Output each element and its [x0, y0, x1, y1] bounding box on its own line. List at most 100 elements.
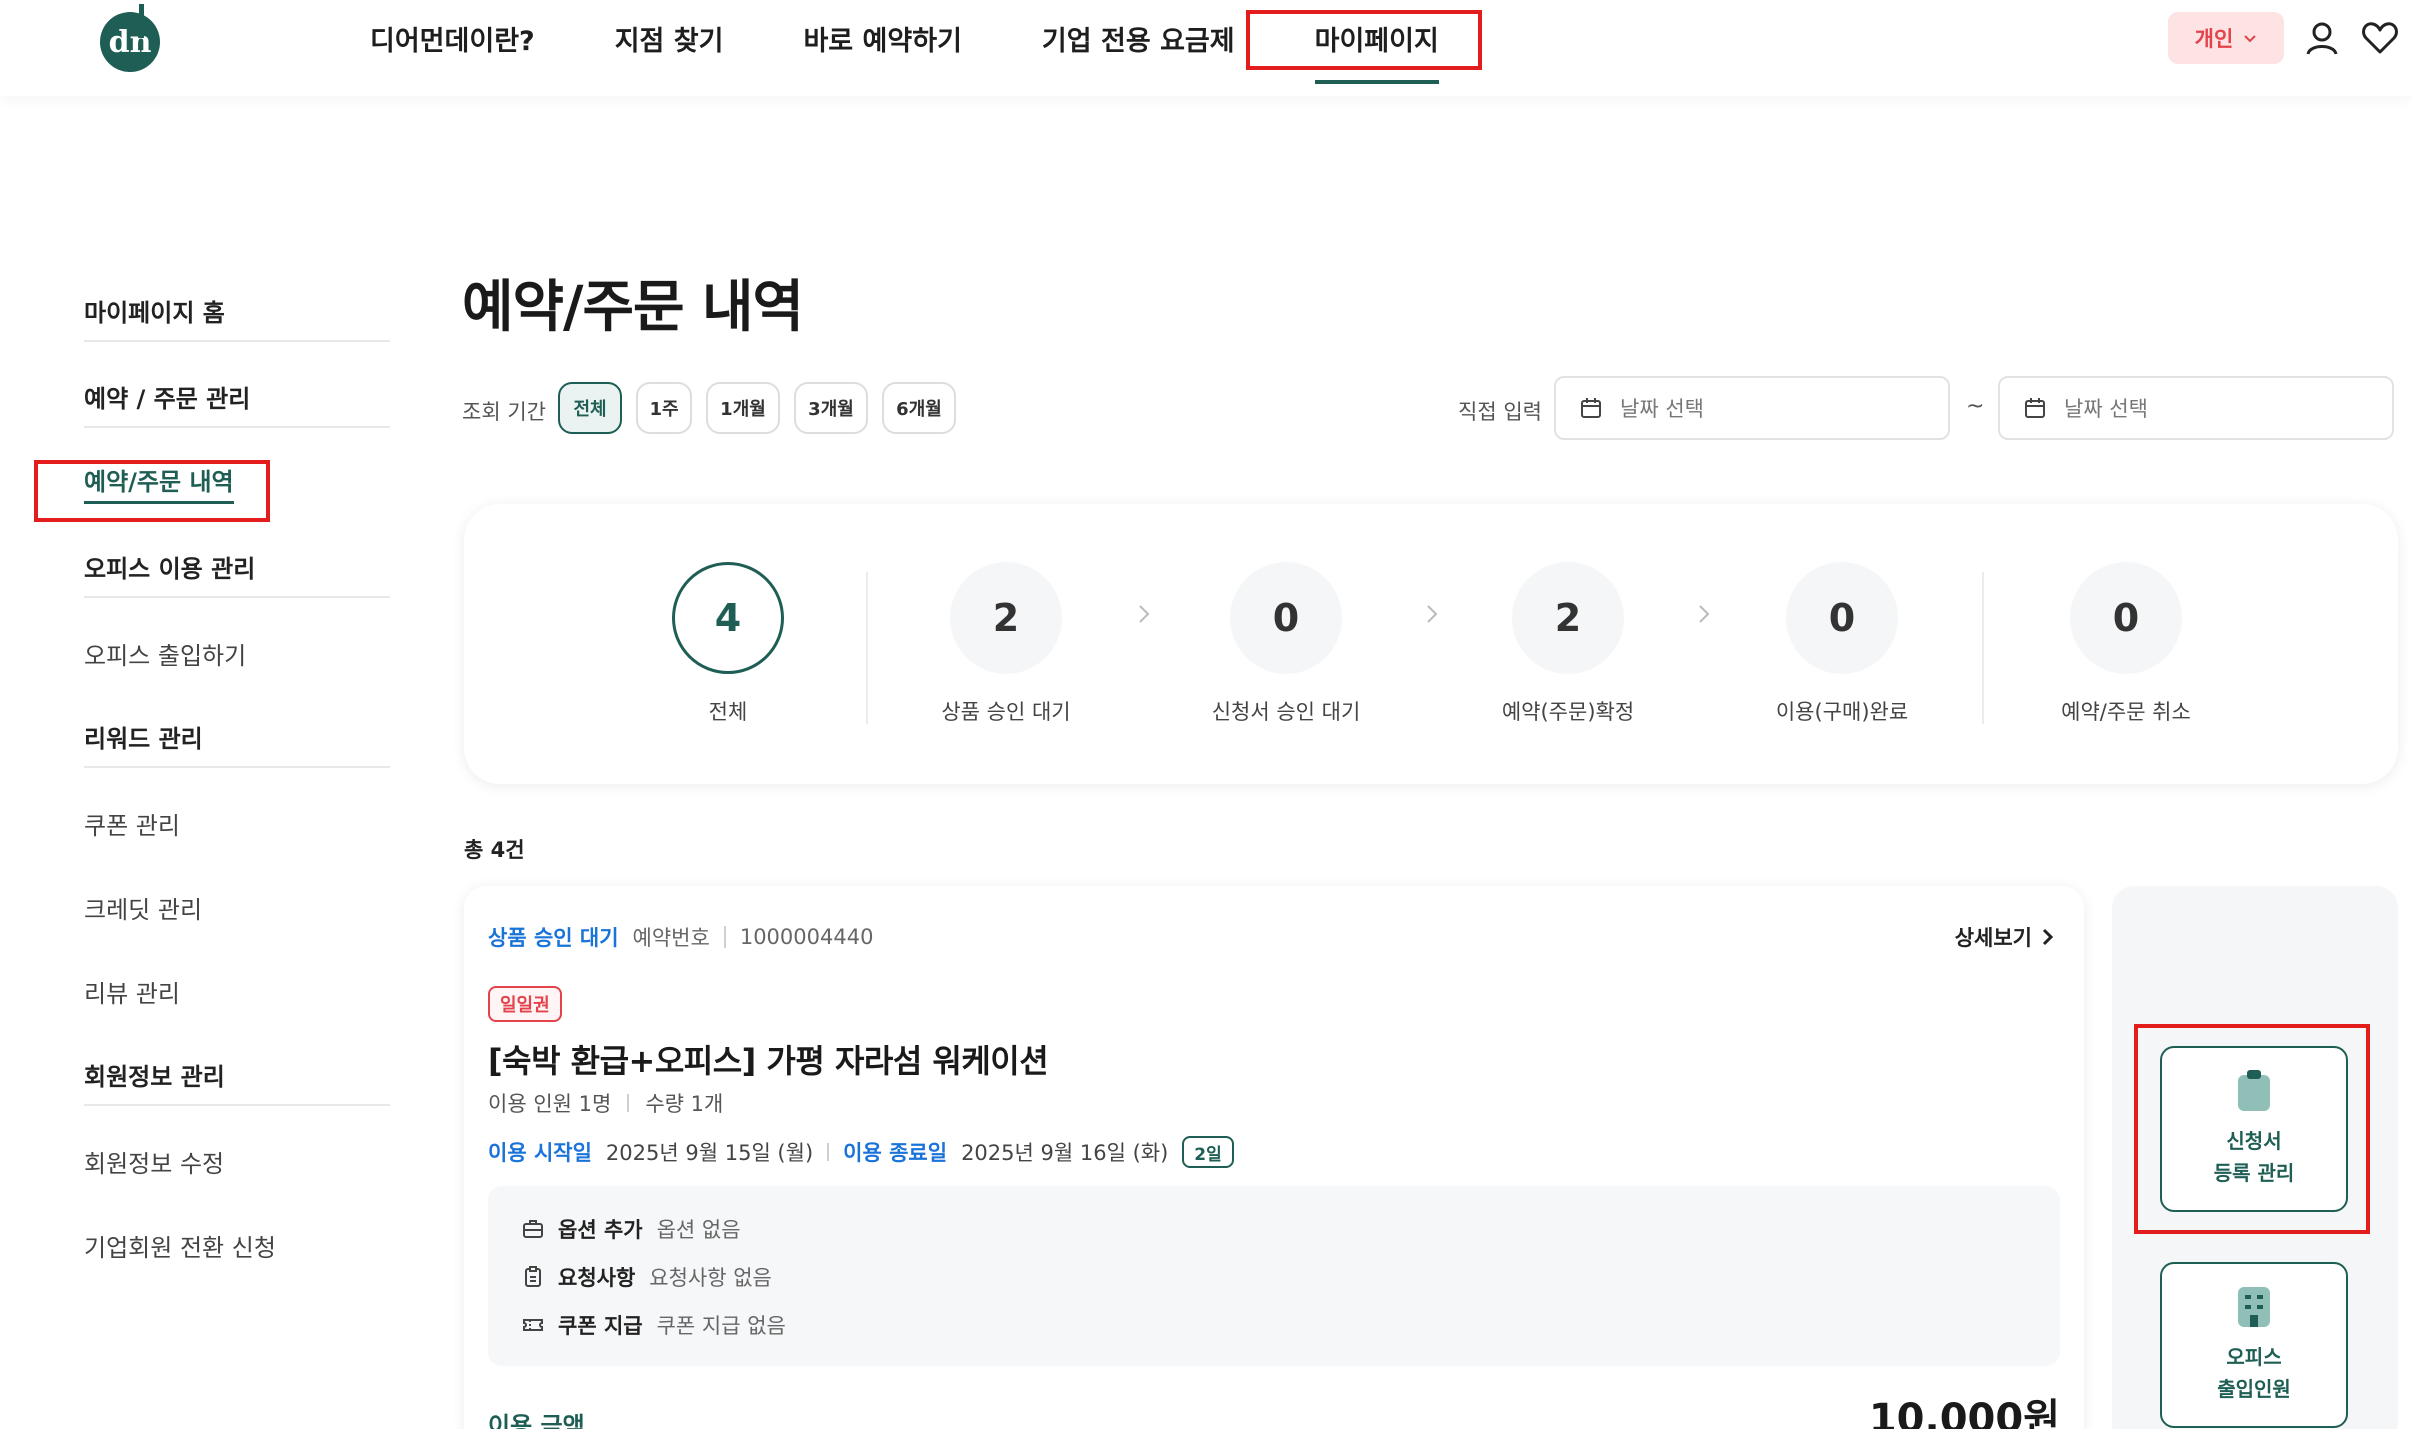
detail-view-link[interactable]: 상세보기 [1955, 922, 2056, 952]
price-value: 10,000원 [1868, 1396, 2060, 1429]
usage-dates: 이용 시작일 2025년 9월 15일 (월) 이용 종료일 2025년 9월 … [488, 1136, 1234, 1168]
order-meta: 이용 인원 1명 수량 1개 [488, 1088, 723, 1118]
option-label: 쿠폰 지급 [558, 1314, 643, 1338]
order-number: 1000004440 [739, 925, 874, 949]
option-value: 쿠폰 지급 없음 [656, 1314, 786, 1338]
product-title[interactable]: [숙박 환급+오피스] 가평 자라섬 워케이션 [488, 1036, 1049, 1082]
status-summary-panel: 4 전체 2 상품 승인 대기 0 신청서 승인 대기 2 예약(주문)확정 0… [464, 504, 2398, 784]
detail-view-label: 상세보기 [1954, 926, 2032, 950]
member-type-dropdown[interactable]: 개인 [2168, 12, 2284, 64]
divider [627, 1094, 630, 1112]
status-count: 0 [2070, 562, 2182, 674]
sidebar-group-reward: 리워드 관리 [84, 706, 390, 768]
nav-about[interactable]: 디어먼데이란? [370, 0, 535, 76]
status-count: 0 [1230, 562, 1342, 674]
end-date-picker[interactable]: 날짜 선택 [1998, 376, 2394, 440]
option-row: 쿠폰 지급 쿠폰 지급 없음 [522, 1310, 786, 1340]
period-chip-6month[interactable]: 6개월 [882, 382, 956, 434]
order-status: 상품 승인 대기 [488, 926, 619, 950]
period-label: 조회 기간 [462, 400, 546, 424]
sidebar-item-corporate-convert[interactable]: 기업회원 전환 신청 [84, 1214, 390, 1276]
status-confirmed[interactable]: 2 예약(주문)확정 [1458, 562, 1678, 726]
option-row: 옵션 추가 옵션 없음 [522, 1214, 741, 1244]
start-date-label: 이용 시작일 [488, 1141, 592, 1165]
sidebar-item-edit-profile[interactable]: 회원정보 수정 [84, 1130, 390, 1192]
chevron-right-icon [1139, 605, 1150, 623]
status-label: 이용(구매)완료 [1775, 700, 1909, 724]
sidebar-item-label: 예약/주문 내역 [84, 462, 234, 504]
sidebar-item-order-history[interactable]: 예약/주문 내역 [84, 452, 390, 514]
nav-find-branch[interactable]: 지점 찾기 [615, 0, 724, 76]
order-actions-panel: 신청서 등록 관리 오피스 출입인원 [2112, 886, 2398, 1429]
clipboard-icon [525, 1266, 541, 1287]
nav-book-now[interactable]: 바로 예약하기 [803, 0, 961, 76]
people-count: 이용 인원 1명 [488, 1092, 612, 1116]
order-number-label: 예약번호 [632, 926, 710, 950]
sidebar-item-office-access[interactable]: 오피스 출입하기 [84, 622, 390, 684]
order-header: 상품 승인 대기 예약번호 1000004440 [488, 922, 873, 952]
user-icon[interactable] [2302, 18, 2342, 58]
start-date-picker[interactable]: 날짜 선택 [1554, 376, 1950, 440]
status-completed[interactable]: 0 이용(구매)완료 [1732, 562, 1952, 726]
main-nav: 디어먼데이란? 지점 찾기 바로 예약하기 기업 전용 요금제 마이페이지 [370, 0, 1519, 84]
chevron-right-icon [2042, 928, 2054, 946]
chevron-right-icon [1427, 605, 1438, 623]
start-date-placeholder: 날짜 선택 [1620, 397, 1704, 421]
page-title: 예약/주문 내역 [462, 275, 804, 340]
divider [866, 572, 868, 724]
clipboard-icon [2238, 1070, 2270, 1111]
sidebar-group-office: 오피스 이용 관리 [84, 536, 390, 598]
status-label: 전체 [708, 700, 748, 724]
quantity: 수량 1개 [645, 1092, 724, 1116]
ticket-icon [523, 1319, 543, 1331]
order-card: 상품 승인 대기 예약번호 1000004440 상세보기 일일권 [숙박 환급… [464, 886, 2084, 1429]
options-box: 옵션 추가 옵션 없음 요청사항 요청사항 없음 쿠폰 지급 쿠폰 지급 없음 [488, 1186, 2060, 1366]
sidebar-item-coupons[interactable]: 쿠폰 관리 [84, 792, 390, 854]
period-chip-3month[interactable]: 3개월 [794, 382, 868, 434]
top-header: dn 디어먼데이란? 지점 찾기 바로 예약하기 기업 전용 요금제 마이페이지… [0, 0, 2412, 96]
sidebar-item-mypage-home[interactable]: 마이페이지 홈 [84, 280, 390, 342]
heart-icon[interactable] [2360, 18, 2400, 58]
svg-text:dn: dn [109, 25, 152, 60]
brand-logo[interactable]: dn [98, 2, 162, 74]
period-chip-1month[interactable]: 1개월 [706, 382, 780, 434]
end-date-placeholder: 날짜 선택 [2064, 397, 2148, 421]
sidebar-group-order: 예약 / 주문 관리 [84, 366, 390, 428]
sidebar: 마이페이지 홈 예약 / 주문 관리 예약/주문 내역 오피스 이용 관리 오피… [84, 280, 390, 1298]
divider [827, 1143, 830, 1161]
period-chip-1week[interactable]: 1주 [636, 382, 692, 434]
start-date: 2025년 9월 15일 (월) [605, 1141, 814, 1165]
status-label: 상품 승인 대기 [941, 700, 1071, 724]
date-range-separator: ~ [1966, 394, 1985, 419]
period-chip-all[interactable]: 전체 [558, 382, 622, 434]
option-value: 요청사항 없음 [649, 1266, 772, 1290]
chevron-down-icon [2244, 35, 2257, 43]
duration-badge: 2일 [1182, 1136, 1234, 1168]
office-visitors-button[interactable]: 오피스 출입인원 [2160, 1262, 2348, 1428]
calendar-icon [1581, 398, 1601, 418]
nav-corporate-plan[interactable]: 기업 전용 요금제 [1042, 0, 1235, 76]
end-date-label: 이용 종료일 [843, 1141, 948, 1165]
status-count: 4 [672, 562, 784, 674]
sidebar-item-reviews[interactable]: 리뷰 관리 [84, 960, 390, 1022]
sidebar-item-credits[interactable]: 크레딧 관리 [84, 876, 390, 938]
nav-mypage[interactable]: 마이페이지 [1314, 0, 1440, 84]
status-cancelled[interactable]: 0 예약/주문 취소 [2016, 562, 2236, 726]
status-label: 신청서 승인 대기 [1211, 700, 1361, 724]
briefcase-icon [523, 1220, 543, 1238]
application-manage-button[interactable]: 신청서 등록 관리 [2160, 1046, 2348, 1212]
action-label: 오피스 출입인원 [2217, 1345, 2291, 1401]
status-label: 예약(주문)확정 [1501, 700, 1635, 724]
status-application-approval[interactable]: 0 신청서 승인 대기 [1176, 562, 1396, 726]
status-all[interactable]: 4 전체 [618, 562, 838, 726]
price-label: 이용 금액 [488, 1412, 585, 1429]
option-label: 옵션 추가 [558, 1218, 643, 1242]
sidebar-group-member: 회원정보 관리 [84, 1044, 390, 1106]
status-product-approval[interactable]: 2 상품 승인 대기 [896, 562, 1116, 726]
end-date: 2025년 9월 16일 (화) [961, 1141, 1169, 1165]
calendar-icon [2025, 398, 2045, 418]
option-value: 옵션 없음 [656, 1218, 741, 1242]
chevron-right-icon [1699, 605, 1710, 623]
status-count: 2 [1512, 562, 1624, 674]
total-count: 총 4건 [464, 838, 525, 862]
